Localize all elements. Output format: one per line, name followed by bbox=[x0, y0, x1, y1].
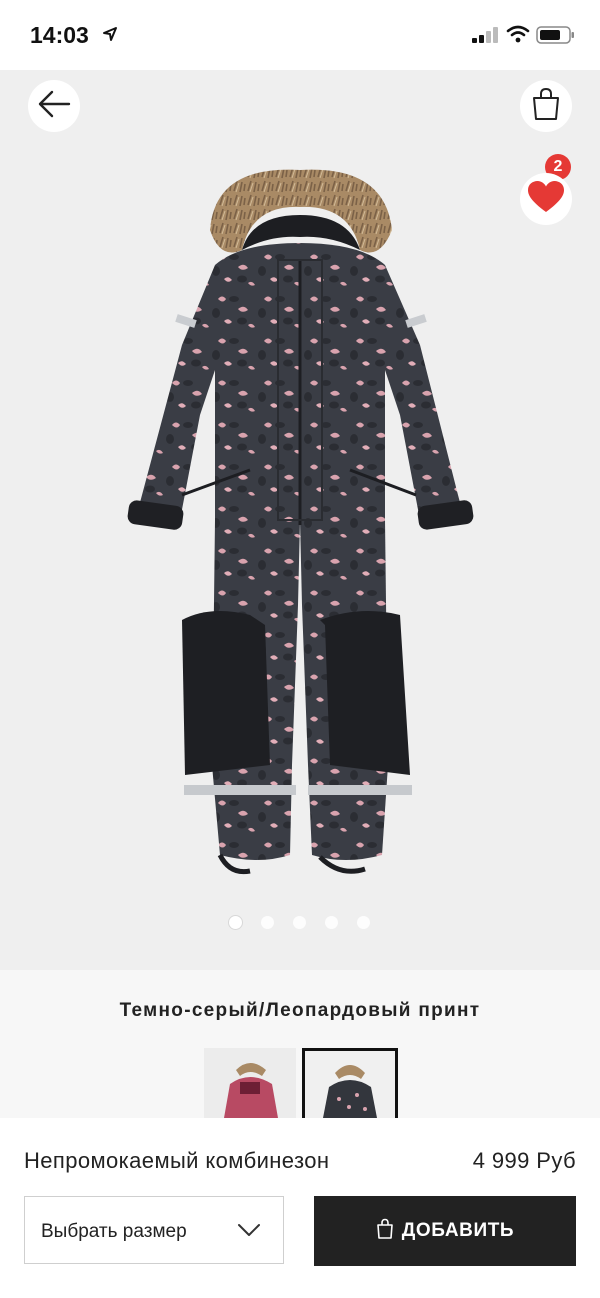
pagination-dot-1[interactable] bbox=[229, 916, 242, 929]
pagination-dot-4[interactable] bbox=[325, 916, 338, 929]
size-select[interactable]: Выбрать размер bbox=[24, 1196, 284, 1264]
shopping-bag-button[interactable] bbox=[520, 80, 572, 132]
back-button[interactable] bbox=[28, 80, 80, 132]
pagination-dot-3[interactable] bbox=[293, 916, 306, 929]
gallery-pagination[interactable] bbox=[0, 913, 600, 933]
shopping-bag-icon bbox=[376, 1218, 394, 1245]
product-name: Непромокаемый комбинезон bbox=[24, 1148, 330, 1173]
color-swatch-pink[interactable] bbox=[204, 1048, 296, 1118]
arrow-left-icon bbox=[37, 89, 71, 124]
status-bar: 14:03 bbox=[0, 0, 600, 70]
wifi-icon bbox=[506, 25, 530, 48]
shopping-bag-icon bbox=[531, 87, 561, 126]
cellular-signal-icon bbox=[472, 27, 500, 48]
chevron-down-icon bbox=[237, 1223, 261, 1242]
swatch-dark-image bbox=[305, 1051, 395, 1118]
heart-icon bbox=[527, 180, 565, 219]
status-time: 14:03 bbox=[30, 22, 89, 48]
color-swatch-dark-leopard[interactable] bbox=[302, 1048, 398, 1121]
color-name: Темно-серый/Леопардовый принт bbox=[119, 1000, 481, 1021]
product-price: 4 999 Руб bbox=[472, 1148, 576, 1173]
pagination-dot-2[interactable] bbox=[261, 916, 274, 929]
add-to-cart-button[interactable]: ДОБАВИТЬ bbox=[314, 1196, 576, 1266]
swatch-pink-image bbox=[204, 1048, 296, 1118]
product-image bbox=[127, 169, 474, 875]
pagination-dot-5[interactable] bbox=[357, 916, 370, 929]
add-to-cart-label: ДОБАВИТЬ bbox=[401, 1220, 515, 1241]
product-image-gallery[interactable]: 2 bbox=[0, 70, 600, 970]
location-arrow-icon bbox=[102, 26, 118, 47]
favorite-button[interactable] bbox=[520, 173, 572, 225]
purchase-panel: Непромокаемый комбинезон 4 999 Руб Выбра… bbox=[0, 1118, 600, 1298]
size-select-label: Выбрать размер bbox=[41, 1221, 187, 1242]
battery-icon bbox=[536, 26, 576, 49]
